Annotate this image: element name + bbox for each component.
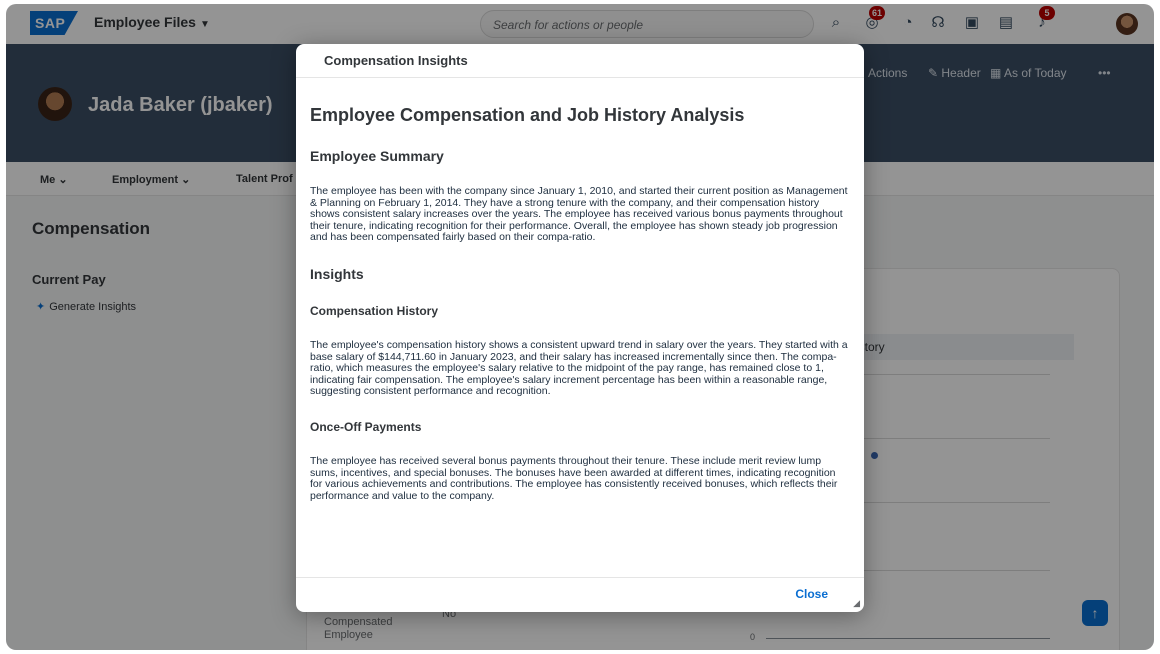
dialog-footer: Close ◢ [296,577,864,612]
comp-history-text: The employee's compensation history show… [310,338,848,398]
insights-heading: Insights [310,265,364,282]
summary-heading: Employee Summary [310,148,444,164]
summary-text: The employee has been with the company s… [310,185,848,244]
compensation-insights-dialog: Compensation Insights Employee Compensat… [296,44,864,612]
close-button[interactable]: Close [795,587,828,601]
comp-history-heading: Compensation History [310,303,439,318]
dialog-heading: Employee Compensation and Job History An… [310,105,745,125]
resize-handle-icon[interactable]: ◢ [853,598,860,609]
dialog-title: Compensation Insights [296,44,864,78]
once-off-heading: Once-Off Payments [310,419,422,434]
dialog-content[interactable]: Employee Compensation and Job History An… [296,79,864,577]
once-off-text: The employee has received several bonus … [310,454,838,502]
